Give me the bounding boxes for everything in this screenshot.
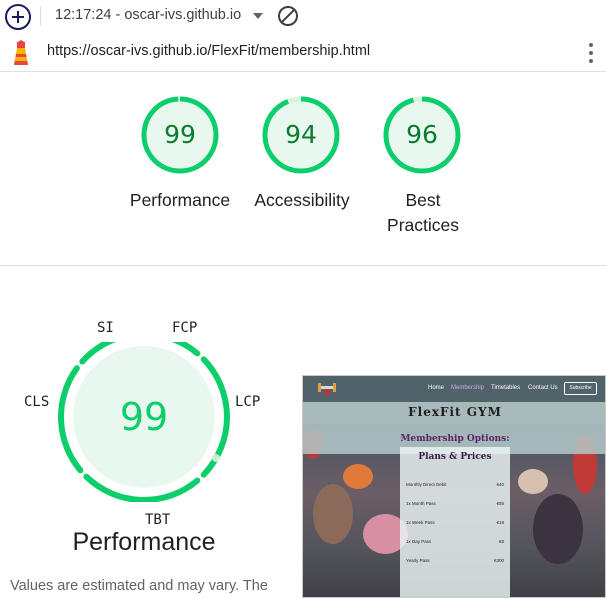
section-divider: [0, 265, 606, 266]
plan-row: Monthly Direct Debit €40: [406, 482, 504, 487]
performance-gauge: 99: [58, 342, 230, 502]
gauge-score: 99: [164, 120, 196, 149]
score-gauge[interactable]: 99: [140, 95, 220, 175]
metric-si: SI: [97, 320, 114, 336]
final-screenshot[interactable]: Home Membership Timetables Contact Us Subsc…: [302, 375, 606, 598]
plan-name: Yearly Pass: [406, 558, 430, 563]
site-logo-icon: [318, 383, 336, 395]
plan-price: €55: [496, 501, 504, 506]
plan-name: 1x Month Pass: [406, 501, 436, 506]
subscribe-button: Subscribe: [564, 382, 597, 395]
site-nav-item: Contact Us: [528, 385, 558, 391]
gauge-score: 96: [406, 120, 438, 149]
score-gauge[interactable]: 94: [261, 95, 341, 175]
more-options-icon[interactable]: [588, 42, 594, 64]
metric-tbt: TBT: [145, 512, 171, 528]
site-navbar: Home Membership Timetables Contact Us Subsc…: [303, 376, 605, 402]
plan-name: 1x Day Pass: [406, 539, 432, 544]
plan-row: 1x Week Pass €18: [406, 520, 504, 525]
clear-icon[interactable]: [278, 6, 298, 26]
add-report-icon[interactable]: [5, 4, 31, 30]
lighthouse-icon: [14, 40, 28, 65]
site-title: FlexFit GYM: [408, 405, 502, 419]
plan-price: €300: [493, 558, 504, 563]
site-nav-item: Home: [428, 385, 445, 391]
values-note: Values are estimated and may vary. The: [10, 578, 268, 594]
performance-score: 99: [120, 395, 168, 439]
report-selector[interactable]: 12:17:24 - oscar-ivs.github.io: [55, 7, 241, 23]
plan-price: €18: [496, 520, 504, 525]
plan-name: 1x Week Pass: [406, 520, 435, 525]
metric-lcp: LCP: [235, 394, 261, 410]
report-url[interactable]: https://oscar-ivs.github.io/FlexFit/memb…: [47, 43, 370, 59]
report-url-bar: https://oscar-ivs.github.io/FlexFit/memb…: [0, 32, 606, 72]
plan-name: Monthly Direct Debit: [406, 482, 447, 487]
plan-row: 1x Day Pass €8: [406, 539, 504, 544]
gauge-score: 94: [285, 120, 317, 149]
plan-price: €8: [498, 539, 504, 544]
score-gauge[interactable]: 96: [382, 95, 462, 175]
metric-fcp: FCP: [172, 320, 198, 336]
site-title-band: FlexFit GYM: [303, 402, 605, 424]
gauge-label: Best Practices: [387, 190, 459, 235]
chevron-down-icon[interactable]: [253, 13, 263, 19]
performance-title: Performance: [72, 528, 216, 556]
metric-cls: CLS: [24, 394, 50, 410]
gauge-dot: [212, 454, 220, 462]
plan-price: €40: [496, 482, 504, 487]
plan-row: Yearly Pass €300: [406, 558, 504, 563]
site-nav-item: Membership: [451, 385, 485, 391]
toolbar-divider: [40, 6, 41, 26]
plans-heading: Plans & Prices: [418, 452, 492, 462]
plan-row: 1x Month Pass €55: [406, 501, 504, 506]
gauge-label: Performance: [129, 190, 231, 210]
plans-card: Plans & Prices Monthly Direct Debit €40 1x…: [400, 447, 510, 597]
devtools-toolbar: 12:17:24 - oscar-ivs.github.io: [0, 0, 606, 32]
gauge-label: Accessibility: [254, 190, 350, 210]
membership-heading: Membership Options:: [400, 434, 510, 444]
site-nav-item: Timetables: [491, 385, 521, 391]
